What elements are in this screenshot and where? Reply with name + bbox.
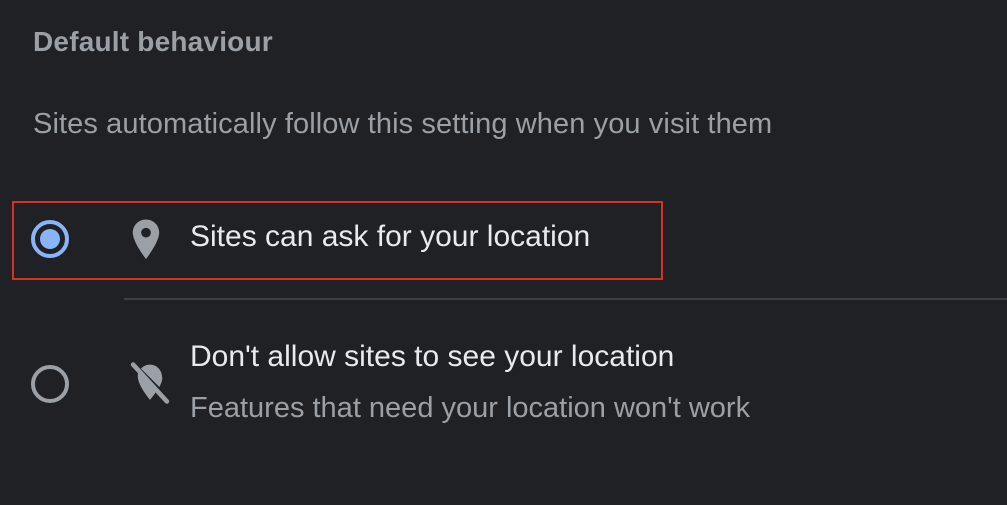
option-block-sublabel: Features that need your location won't w… <box>190 392 751 424</box>
radio-button-selected[interactable] <box>31 220 69 258</box>
section-description: Sites automatically follow this setting … <box>33 108 773 140</box>
radio-button-unselected[interactable] <box>31 365 69 403</box>
location-off-icon <box>128 360 172 411</box>
option-block-label: Don't allow sites to see your location <box>190 340 675 373</box>
section-heading: Default behaviour <box>33 26 273 57</box>
location-pin-icon <box>128 218 164 267</box>
option-allow-location[interactable]: Sites can ask for your location <box>0 200 1007 280</box>
option-allow-label: Sites can ask for your location <box>190 220 591 253</box>
options-divider <box>124 298 1007 300</box>
option-block-location[interactable]: Don't allow sites to see your location F… <box>0 330 1007 440</box>
